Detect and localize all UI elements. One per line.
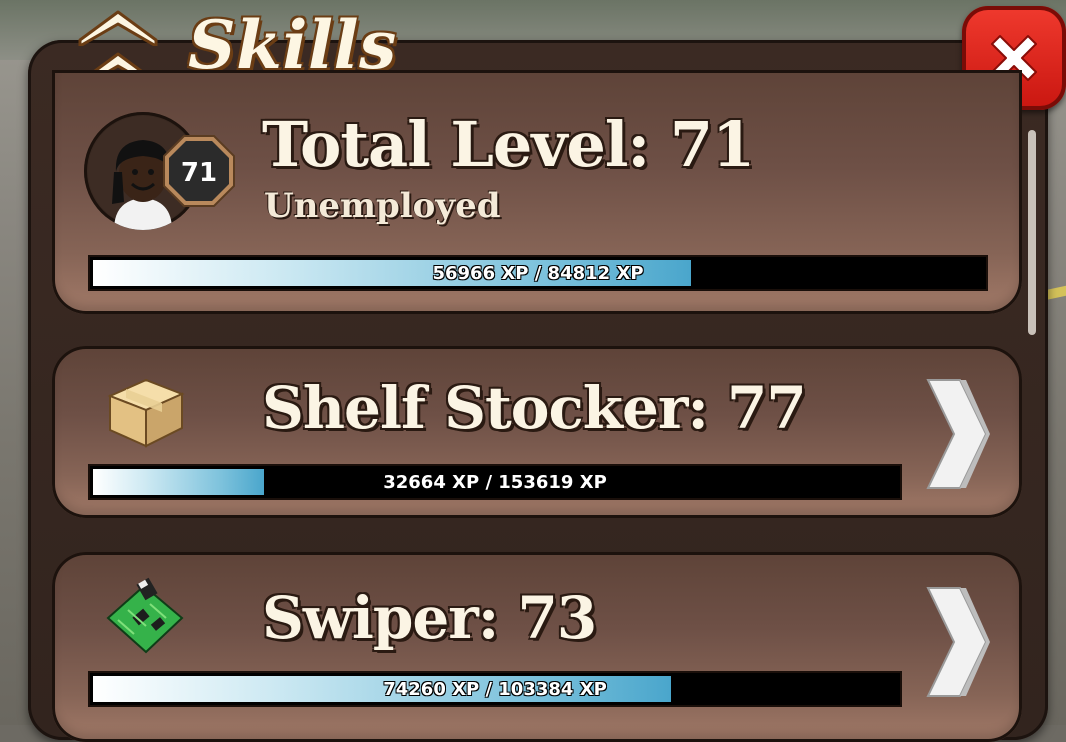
swiper-xp-bar: 74260 XP / 103384 XP [88,671,902,707]
scrollbar[interactable] [1028,130,1036,335]
shelf-stocker-xp-bar: 32664 XP / 153619 XP [88,464,902,500]
chevron-right-icon[interactable] [920,376,990,492]
level-badge: 71 [162,134,236,208]
level-badge-number: 71 [180,158,218,188]
swiper-xp-text: 74260 XP / 103384 XP [383,678,607,700]
job-title: Unemployed [264,186,501,226]
cardboard-box-icon [107,378,185,448]
skill-label-shelf-stocker: Shelf Stocker: 77 [262,374,807,442]
chevron-right-icon[interactable] [920,584,990,700]
shelf-stocker-xp-text: 32664 XP / 153619 XP [383,471,607,493]
total-xp-text: 56966 XP / 84812 XP [432,262,644,284]
circuit-board-icon [106,577,184,654]
skill-label-swiper: Swiper: 73 [262,584,597,652]
total-xp-bar: 56966 XP / 84812 XP [88,255,988,291]
total-level-label: Total Level: 71 [262,108,755,181]
